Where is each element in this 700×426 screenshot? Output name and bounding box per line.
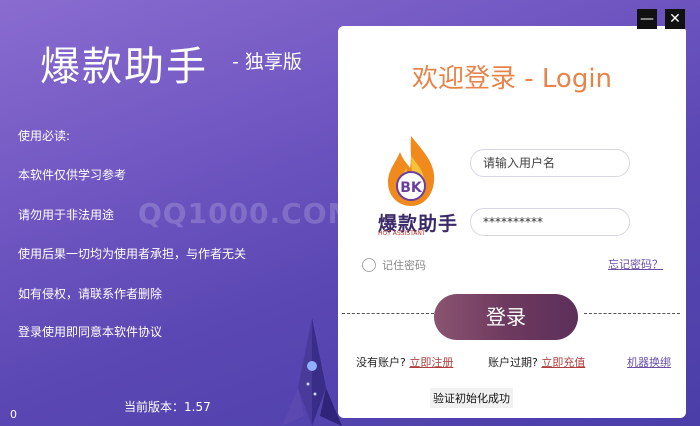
logo-mark: BK xyxy=(400,180,423,196)
minimize-icon: — xyxy=(640,11,654,27)
remember-label: 记住密码 xyxy=(382,259,426,272)
remember-radio[interactable] xyxy=(362,258,376,272)
password-field[interactable] xyxy=(470,208,630,236)
app-window: 爆款助手 - 独享版 使用必读: 本软件仅供学习参考 请勿用于非法用途 使用后果… xyxy=(0,0,700,426)
recharge-row: 账户过期? 立即充值 xyxy=(488,354,585,370)
rocket-illustration xyxy=(282,318,342,426)
divider-left xyxy=(342,313,434,314)
expired-text: 账户过期? xyxy=(488,356,538,369)
login-button[interactable]: 登录 xyxy=(434,294,578,340)
machine-row: 机器换绑 xyxy=(627,354,671,370)
corner-value: 0 xyxy=(10,408,17,421)
brand-logo: BK 爆款助手 HOT ASSISTANT xyxy=(374,134,457,237)
note-line: 使用后果一切均为使用者承担，与作者无关 xyxy=(18,247,247,261)
no-account-text: 没有账户? xyxy=(356,356,406,369)
app-title: 爆款助手 xyxy=(40,44,208,90)
register-link[interactable]: 立即注册 xyxy=(409,356,453,369)
login-panel: 欢迎登录 - Login BK 爆款助手 HOT ASSISTANT 记住密码 … xyxy=(338,26,686,418)
close-button[interactable]: ✕ xyxy=(665,9,685,29)
note-line: 本软件仅供学习参考 xyxy=(18,168,127,182)
note-line: 登录使用即同意本软件协议 xyxy=(18,325,163,339)
app-subtitle: - 独享版 xyxy=(232,51,302,73)
minimize-button[interactable]: — xyxy=(637,9,657,29)
login-title: 欢迎登录 - Login xyxy=(411,64,613,94)
note-line: 请勿用于非法用途 xyxy=(18,208,115,222)
close-icon: ✕ xyxy=(669,11,681,27)
remember-password[interactable]: 记住密码 xyxy=(362,257,426,273)
forgot-password-link[interactable]: 忘记密码？ xyxy=(608,256,663,272)
register-row: 没有账户? 立即注册 xyxy=(356,354,453,370)
flame-icon: BK xyxy=(388,136,435,206)
status-text: 验证初始化成功 xyxy=(430,388,513,408)
machine-rebind-link[interactable]: 机器换绑 xyxy=(627,356,671,369)
note-line: 如有侵权，请联系作者删除 xyxy=(18,287,163,301)
username-field[interactable] xyxy=(470,149,630,177)
note-header: 使用必读: xyxy=(18,129,71,143)
version-label: 当前版本：1.57 xyxy=(124,400,211,414)
logo-subtext: HOT ASSISTANT xyxy=(378,230,426,237)
recharge-link[interactable]: 立即充值 xyxy=(541,356,585,369)
divider-right xyxy=(584,313,680,314)
